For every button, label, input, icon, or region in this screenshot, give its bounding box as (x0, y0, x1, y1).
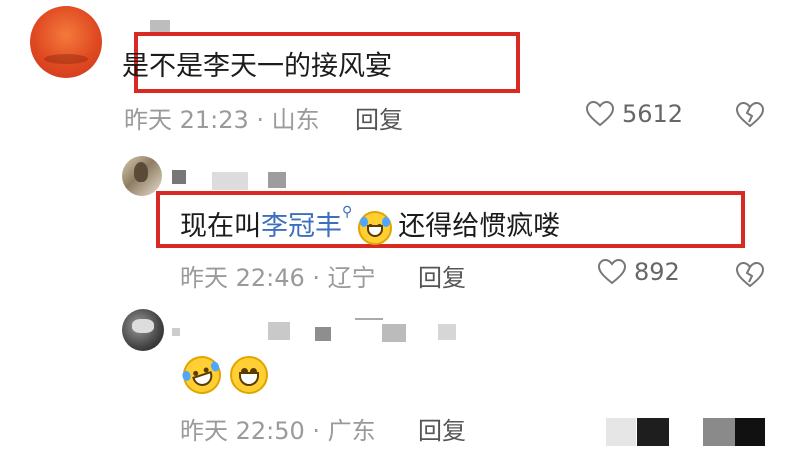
comment-text-before: 现在叫 (180, 211, 261, 242)
mosaic-block (703, 418, 735, 446)
username-mosaic (382, 324, 406, 342)
mosaic-block (637, 418, 669, 446)
search-icon: ⚲ (342, 204, 353, 220)
username-mosaic (172, 328, 180, 336)
username-mosaic (268, 322, 290, 340)
mosaic-block (606, 418, 636, 446)
emoji-laughing-tears (178, 351, 226, 399)
like-button[interactable]: 892 (598, 258, 680, 286)
like-button[interactable]: 5612 (586, 100, 683, 128)
avatar[interactable] (122, 156, 162, 196)
comment-meta: 昨天 21:23 · 山东 (124, 106, 320, 134)
reply-button[interactable]: 回复 (355, 100, 403, 135)
mention-link[interactable]: 李冠丰 (261, 211, 342, 242)
heart-outline-icon (598, 259, 626, 285)
emoji-laughing-tears (358, 210, 393, 245)
comment-text-after: 还得给惯疯喽 (398, 211, 561, 242)
heart-outline-icon (586, 101, 614, 127)
like-count: 892 (634, 258, 680, 286)
username-mosaic (212, 172, 248, 190)
avatar[interactable] (30, 6, 102, 78)
username-mosaic (355, 318, 383, 320)
comment-meta: 昨天 22:50 · 广东 (180, 417, 376, 445)
reply-button[interactable]: 回复 (418, 258, 466, 293)
like-count: 5612 (622, 100, 684, 128)
avatar[interactable] (122, 309, 164, 351)
broken-heart-icon[interactable] (736, 262, 764, 288)
username-mosaic (315, 327, 331, 341)
emoji-grinning (230, 356, 269, 394)
comment-meta: 昨天 22:46 · 辽宁 (180, 264, 376, 292)
username-mosaic (172, 170, 186, 184)
comment-text: 是不是李天一的接风宴 (122, 51, 392, 82)
reply-button[interactable]: 回复 (418, 411, 466, 446)
mosaic-block (735, 418, 765, 446)
username-mosaic (268, 172, 286, 188)
username-mosaic (438, 324, 456, 340)
comment-text: 现在叫李冠丰⚲ 还得给惯疯喽 (180, 204, 560, 245)
broken-heart-icon[interactable] (736, 102, 764, 128)
emoji-row (178, 351, 269, 399)
